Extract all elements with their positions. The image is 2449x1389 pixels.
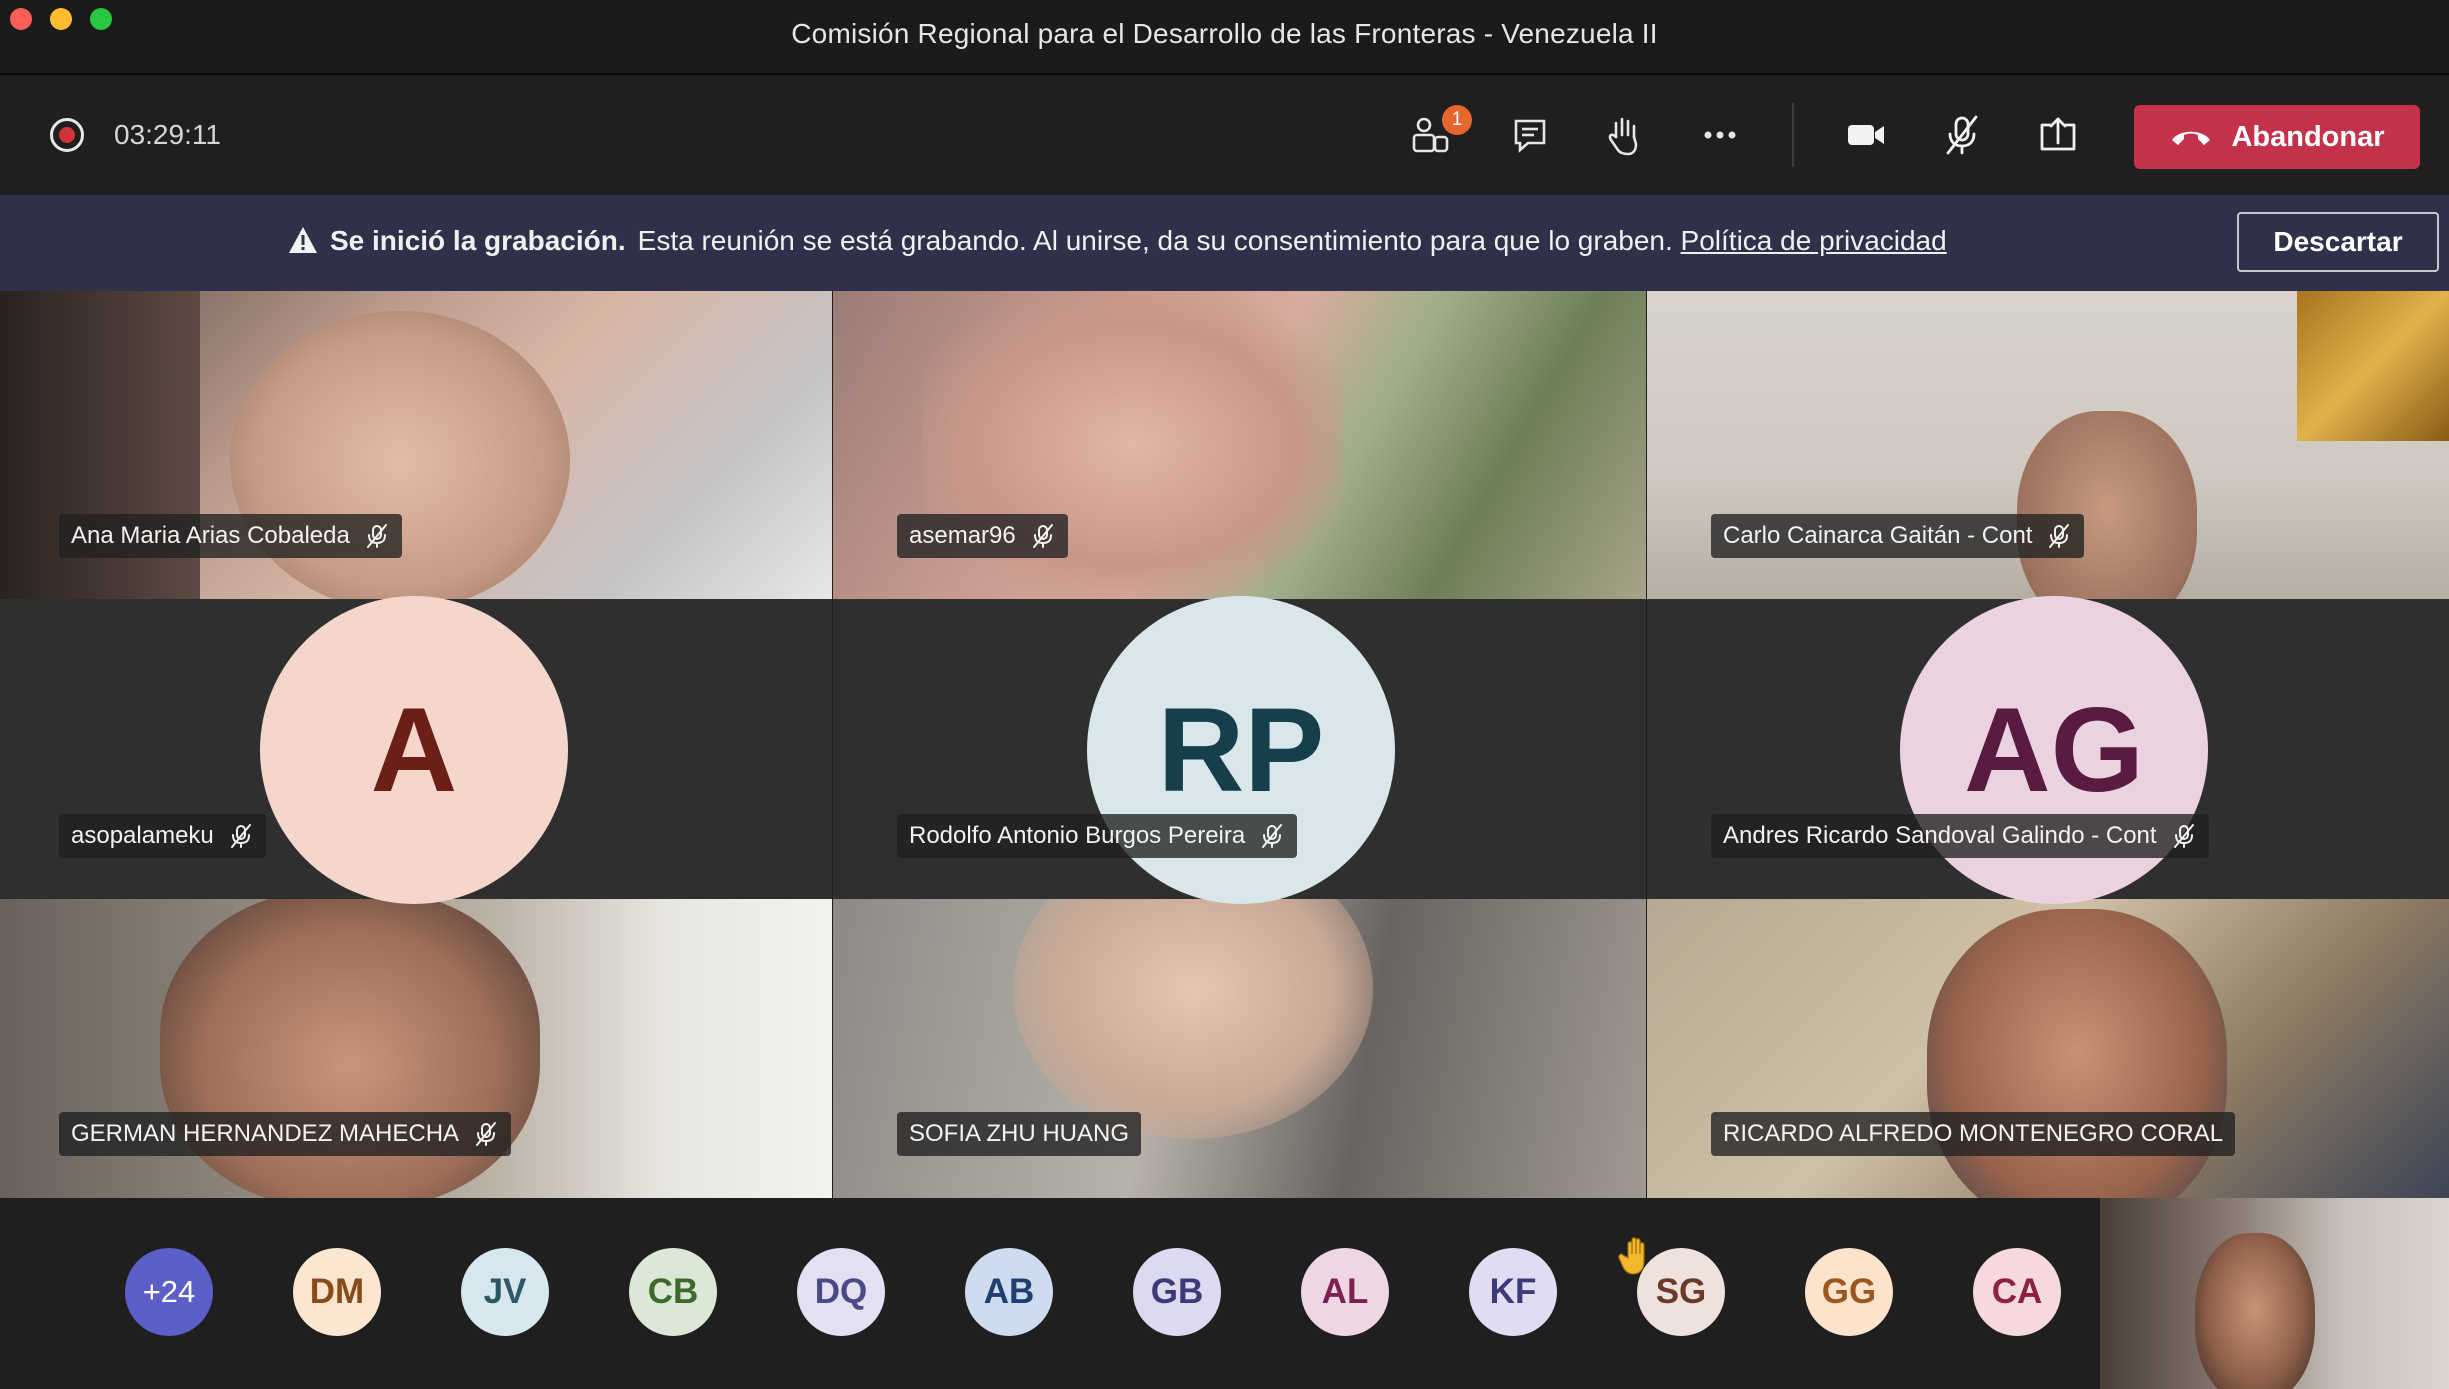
leave-button-label: Abandonar — [2231, 120, 2385, 153]
participant-name: Andres Ricardo Sandoval Galindo - Cont — [1723, 822, 2157, 849]
participant-avatar-mini[interactable]: CB — [629, 1248, 717, 1336]
participant-name-tag: RICARDO ALFREDO MONTENEGRO CORAL — [1711, 1112, 2236, 1156]
record-icon — [50, 118, 84, 152]
participant-name: asopalameku — [71, 822, 214, 849]
video-feed-background — [2297, 291, 2449, 441]
mic-off-icon — [1032, 524, 1053, 548]
banner-title: Se inició la grabación. — [330, 225, 626, 256]
banner-text: Se inició la grabación. Esta reunión se e… — [288, 225, 1947, 257]
video-feed — [1013, 899, 1373, 1139]
mic-off-icon — [366, 524, 387, 548]
participant-avatar-mini[interactable]: DQ — [797, 1248, 885, 1336]
mic-off-icon — [476, 1122, 497, 1146]
more-options-button[interactable] — [1690, 105, 1750, 165]
participant-name: Rodolfo Antonio Burgos Pereira — [909, 822, 1246, 849]
phone-hangup-icon — [2172, 131, 2211, 145]
participant-name-tag: SOFIA ZHU HUANG — [897, 1112, 1142, 1156]
mic-off-icon — [2049, 524, 2070, 548]
participant-avatar-mini[interactable]: DM — [293, 1248, 381, 1336]
meeting-timer: 03:29:11 — [114, 119, 221, 150]
participant-avatar: A — [260, 596, 568, 904]
mic-off-icon — [1262, 824, 1283, 848]
mic-off-icon — [1946, 115, 1978, 155]
mic-off-icon — [230, 824, 251, 848]
self-video-preview[interactable] — [2100, 1198, 2449, 1389]
window-title: Comisión Regional para el Desarrollo de … — [791, 18, 1658, 49]
participant-avatar-mini[interactable]: GG — [1805, 1248, 1893, 1336]
participant-name-tag: Andres Ricardo Sandoval Galindo - Cont — [1711, 814, 2209, 858]
video-feed — [2195, 1233, 2315, 1389]
participant-avatar-mini[interactable]: JV — [461, 1248, 549, 1336]
video-feed — [2017, 411, 2197, 599]
raise-hand-button[interactable] — [1594, 105, 1654, 165]
title-bar: Comisión Regional para el Desarrollo de … — [0, 0, 2449, 75]
warning-icon — [289, 227, 317, 253]
participant-avatar-mini[interactable]: CA — [1973, 1248, 2061, 1336]
raised-hand-icon — [1618, 1237, 1645, 1275]
participant-name-tag: asemar96 — [897, 514, 1068, 558]
participant-name-tag: Rodolfo Antonio Burgos Pereira — [897, 814, 1298, 858]
participant-name: Carlo Cainarca Gaitán - Cont — [1723, 522, 2033, 549]
leave-button[interactable]: Abandonar — [2134, 105, 2420, 169]
mic-off-icon — [2173, 824, 2194, 848]
meeting-toolbar: 03:29:11 1 Abandonar — [0, 75, 2449, 195]
privacy-policy-link[interactable]: Política de privacidad — [1681, 225, 1947, 256]
participant-name: RICARDO ALFREDO MONTENEGRO CORAL — [1723, 1120, 2224, 1147]
participants-badge: 1 — [1442, 105, 1472, 135]
banner-message: Esta reunión se está grabando. Al unirse… — [637, 225, 1673, 256]
camera-button[interactable] — [1836, 105, 1896, 165]
more-icon — [1704, 131, 1736, 139]
participant-name: Ana Maria Arias Cobaleda — [71, 522, 350, 549]
chat-icon — [1514, 119, 1546, 153]
share-icon — [2040, 117, 2076, 151]
more-participants-button[interactable]: +24 — [125, 1248, 213, 1336]
toolbar-divider — [1792, 103, 1794, 167]
chat-button[interactable] — [1500, 105, 1560, 165]
participant-name-tag: Ana Maria Arias Cobaleda — [59, 514, 402, 558]
participant-name-tag: Carlo Cainarca Gaitán - Cont — [1711, 514, 2085, 558]
participant-avatar-mini[interactable]: GB — [1133, 1248, 1221, 1336]
participant-avatar-mini[interactable]: KF — [1469, 1248, 1557, 1336]
participant-name: asemar96 — [909, 522, 1016, 549]
participant-name-tag: GERMAN HERNANDEZ MAHECHA — [59, 1112, 512, 1156]
share-screen-button[interactable] — [2028, 105, 2088, 165]
participant-avatar-mini[interactable]: AB — [965, 1248, 1053, 1336]
camera-icon — [1848, 125, 1884, 145]
raise-hand-icon — [1608, 117, 1638, 156]
participant-name-tag: asopalameku — [59, 814, 266, 858]
participant-avatar-mini[interactable]: AL — [1301, 1248, 1389, 1336]
dismiss-button[interactable]: Descartar — [2237, 212, 2439, 272]
microphone-button[interactable] — [1932, 105, 1992, 165]
participant-name: SOFIA ZHU HUANG — [909, 1120, 1130, 1147]
recording-banner: Se inició la grabación. Esta reunión se e… — [0, 195, 2449, 291]
participant-name: GERMAN HERNANDEZ MAHECHA — [71, 1120, 460, 1147]
